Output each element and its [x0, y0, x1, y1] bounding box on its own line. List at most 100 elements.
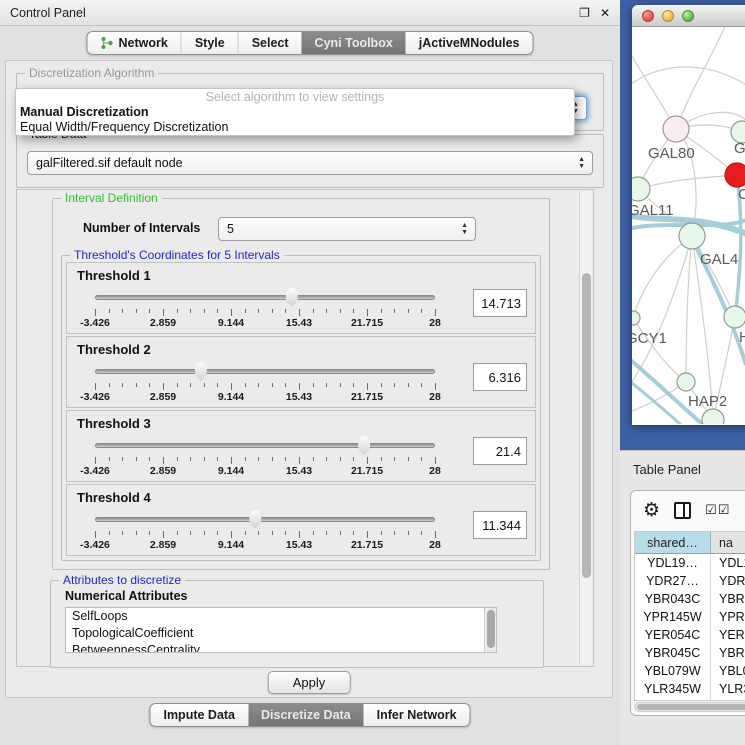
attributes-group-label: Attributes to discretize — [59, 573, 185, 587]
threshold-panel-2: Threshold 2-3.4262.8599.14415.4321.71528 — [66, 336, 536, 408]
slider-tick-labels: -3.4262.8599.14415.4321.71528 — [95, 391, 435, 403]
tab-label: Style — [195, 36, 225, 50]
node-label-c: C — [738, 186, 745, 203]
minimize-traffic-light[interactable] — [662, 10, 674, 22]
float-window-icon[interactable]: ❐ — [579, 7, 590, 19]
column-header-shared[interactable]: shared… — [635, 532, 711, 553]
thresholds-container: Threshold 1-3.4262.8599.14415.4321.71528… — [66, 262, 536, 558]
tab-style[interactable]: Style — [181, 32, 238, 54]
tab-network[interactable]: Network — [87, 32, 180, 54]
table-row[interactable]: YLR345WYLR3 — [635, 680, 745, 698]
popup-item-equal-width-frequency-discretization[interactable]: Equal Width/Frequency Discretization — [16, 120, 574, 135]
threshold-label: Threshold 4 — [77, 490, 527, 505]
table-row[interactable]: YDR27…YDR2 — [635, 572, 745, 590]
table-row[interactable]: YER054CYER0 — [635, 626, 745, 644]
popup-item-manual-discretization[interactable]: Manual Discretization — [16, 105, 574, 120]
bottom-tab-bar: Impute Data Discretize Data Infer Network — [149, 703, 470, 727]
attributes-scrollbar[interactable] — [484, 608, 496, 652]
tab-impute-data[interactable]: Impute Data — [150, 704, 248, 726]
table-row[interactable]: YBR043CYBR0 — [635, 590, 745, 608]
attribute-item-betweennesscentrality[interactable]: BetweennessCentrality — [66, 642, 496, 653]
slider-track[interactable] — [95, 443, 435, 448]
table-row[interactable]: YBR045CYBR0 — [635, 644, 745, 662]
slider-thumb[interactable] — [248, 510, 263, 529]
threshold-slider-2[interactable]: -3.4262.8599.14415.4321.71528 — [95, 361, 435, 405]
table-horizontal-scrollbar[interactable] — [634, 702, 745, 712]
table-cell: YIL052C — [635, 698, 711, 701]
numerical-attributes-heading: Numerical Attributes — [65, 589, 187, 603]
node-label-gal4: GAL4 — [700, 251, 738, 268]
table-row[interactable]: YBL079WYBL0 — [635, 662, 745, 680]
threshold-slider-4[interactable]: -3.4262.8599.14415.4321.71528 — [95, 509, 435, 553]
panel-scrollbar[interactable] — [579, 191, 592, 665]
tab-cyni-toolbox[interactable]: Cyni Toolbox — [302, 32, 406, 54]
tab-label: Impute Data — [163, 708, 235, 722]
select-columns-checkboxes-icon[interactable]: ☑☑ — [705, 502, 730, 518]
top-tab-bar: Network Style Select Cyni Toolbox jActiveMNo… — [86, 31, 533, 55]
interval-definition-group: Interval Definition Number of Intervals … — [52, 198, 550, 570]
table-row[interactable]: YPR145WYPR1 — [635, 608, 745, 626]
tab-infer-network[interactable]: Infer Network — [364, 704, 470, 726]
slider-thumb[interactable] — [284, 288, 299, 307]
tab-jactivemnodules[interactable]: jActiveMNodules — [406, 32, 533, 54]
table-row[interactable]: YDL19…YDL1 — [635, 554, 745, 572]
table-panel: ⚙ ☑☑ shared…naYDL19…YDL1YDR27…YDR2YBR043… — [630, 490, 745, 716]
slider-track[interactable] — [95, 295, 435, 300]
attribute-item-selfloops[interactable]: SelfLoops — [66, 608, 496, 625]
threshold-value-input-2[interactable] — [473, 363, 527, 391]
tab-label: Cyni Toolbox — [315, 36, 393, 50]
thresholds-group-label: Threshold's Coordinates for 5 Intervals — [70, 248, 284, 262]
tab-label: Network — [118, 36, 167, 50]
scrollbar-thumb[interactable] — [582, 273, 591, 578]
popup-item-select-algorithm-to-view-settings[interactable]: Select algorithm to view settings — [16, 90, 574, 105]
gear-icon[interactable]: ⚙ — [643, 501, 660, 520]
network-tab-icon — [100, 36, 113, 50]
threshold-label: Threshold 3 — [77, 416, 527, 431]
table-row[interactable]: YIL052CYIL0 — [635, 698, 745, 701]
zoom-traffic-light[interactable] — [682, 10, 694, 22]
tab-select[interactable]: Select — [238, 32, 302, 54]
network-canvas[interactable]: GAL80GACGAL11GAL4GCY1HHAP2 — [632, 27, 745, 424]
threshold-value-input-3[interactable] — [473, 437, 527, 465]
tab-label: Discretize Data — [261, 708, 351, 722]
threshold-value-input-4[interactable] — [473, 511, 527, 539]
threshold-slider-1[interactable]: -3.4262.8599.14415.4321.71528 — [95, 287, 435, 331]
close-traffic-light[interactable] — [642, 10, 654, 22]
columns-icon[interactable] — [674, 502, 691, 519]
table-cell: YBL079W — [635, 662, 711, 680]
slider-ticks — [95, 531, 435, 539]
attribute-item-topologicalcoefficient[interactable]: TopologicalCoefficient — [66, 625, 496, 642]
screen: { "window": { "title": "Control Panel" }… — [0, 0, 745, 745]
tab-discretize-data[interactable]: Discretize Data — [248, 704, 364, 726]
numerical-attributes-list[interactable]: SelfLoopsTopologicalCoefficientBetweenne… — [65, 607, 497, 653]
table-data-combobox[interactable]: galFiltered.sif default node ▲▼ — [27, 151, 593, 175]
slider-track[interactable] — [95, 517, 435, 522]
table-cell: YBR0 — [711, 590, 745, 608]
threshold-value-input-1[interactable] — [473, 289, 527, 317]
settings-scroll-panel: Interval Definition Number of Intervals … — [16, 189, 594, 667]
threshold-panel-4: Threshold 4 -3.4262.8599.14415.4321.71528 — [66, 484, 536, 556]
scrollbar-thumb[interactable] — [637, 704, 745, 710]
node-label-ga: GA — [734, 140, 745, 157]
threshold-slider-3[interactable]: -3.4262.8599.14415.4321.71528 — [95, 435, 435, 479]
slider-track[interactable] — [95, 369, 435, 374]
close-icon[interactable]: ✕ — [600, 7, 610, 19]
table-cell: YBR045C — [635, 644, 711, 662]
table-cell: YDR27… — [635, 572, 711, 590]
table-cell: YER054C — [635, 626, 711, 644]
slider-tick-labels: -3.4262.8599.14415.4321.71528 — [95, 539, 435, 551]
table-panel-title: Table Panel — [633, 462, 701, 477]
node-label-hap2: HAP2 — [688, 393, 727, 410]
column-header-na[interactable]: na — [711, 532, 745, 553]
table-toolbar: ⚙ ☑☑ — [631, 491, 745, 529]
apply-button[interactable]: Apply — [268, 671, 351, 694]
table-cell: YPR145W — [635, 608, 711, 626]
table-cell: YDR2 — [711, 572, 745, 590]
scrollbar-thumb[interactable] — [487, 610, 495, 648]
slider-thumb[interactable] — [357, 436, 372, 455]
slider-thumb[interactable] — [193, 362, 208, 381]
number-of-intervals-combobox[interactable]: 5 ▲▼ — [218, 217, 476, 241]
node-label-gal11: GAL11 — [632, 202, 674, 219]
interval-definition-label: Interval Definition — [61, 191, 162, 205]
node-label-gcy1: GCY1 — [632, 330, 667, 347]
